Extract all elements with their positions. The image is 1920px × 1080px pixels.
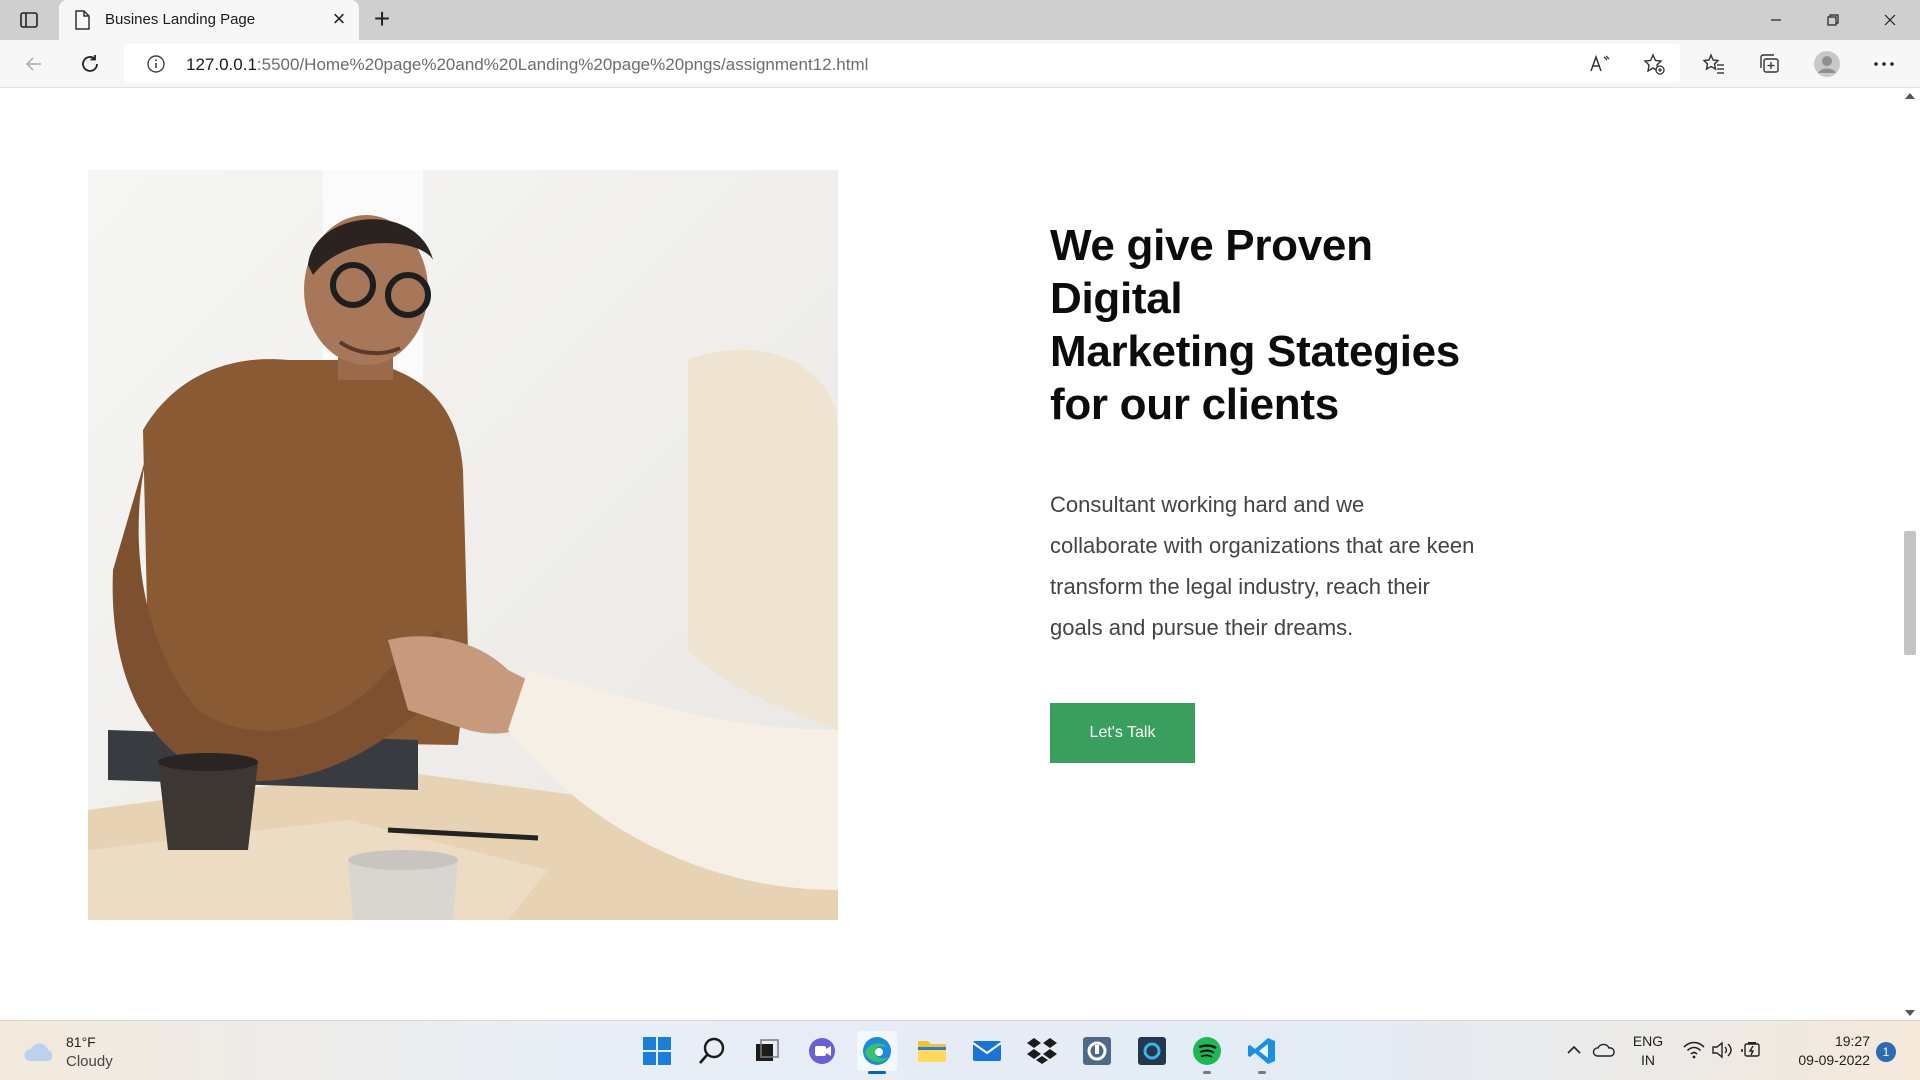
running-indicator	[868, 1071, 886, 1074]
edge-icon	[863, 1037, 891, 1065]
teams-chat-button[interactable]	[802, 1031, 842, 1071]
collections-icon[interactable]	[1754, 48, 1786, 80]
more-menu-icon[interactable]	[1868, 48, 1900, 80]
hero-text-block: We give Proven Digital Marketing Stategi…	[1050, 219, 1510, 763]
weather-widget[interactable]: 81°F Cloudy	[22, 1033, 172, 1071]
read-aloud-icon[interactable]	[1588, 52, 1612, 76]
restore-button[interactable]	[1805, 0, 1861, 40]
notification-badge[interactable]: 1	[1876, 1042, 1896, 1062]
back-button[interactable]	[18, 48, 50, 80]
wifi-icon[interactable]	[1682, 1035, 1706, 1065]
scroll-down-arrow-icon[interactable]	[1905, 1010, 1915, 1016]
url-text[interactable]: 127.0.0.1:5500/Home%20page%20and%20Landi…	[186, 55, 868, 75]
cortana-button[interactable]	[1132, 1031, 1172, 1071]
close-tab-icon[interactable]: ×	[329, 8, 349, 30]
search-icon	[699, 1037, 725, 1064]
lets-talk-button[interactable]: Let's Talk	[1050, 703, 1195, 763]
page-heading: We give Proven Digital Marketing Stategi…	[1050, 221, 1460, 429]
input-language-indicator[interactable]: ENG IN	[1628, 1032, 1668, 1070]
scroll-up-arrow-icon[interactable]	[1905, 93, 1915, 99]
cortana-icon	[1138, 1037, 1166, 1065]
refresh-button[interactable]	[74, 48, 106, 80]
address-bar[interactable]: 127.0.0.1:5500/Home%20page%20and%20Landi…	[124, 44, 1680, 82]
edge-button[interactable]	[857, 1031, 897, 1074]
browser-toolbar: 127.0.0.1:5500/Home%20page%20and%20Landi…	[0, 40, 1920, 88]
tab-title: Busines Landing Page	[105, 11, 256, 28]
dropbox-button[interactable]	[1022, 1031, 1062, 1071]
taskbar-clock[interactable]: 19:27 09-09-2022	[1776, 1032, 1870, 1070]
volume-icon[interactable]	[1710, 1035, 1734, 1065]
mail-icon	[972, 1041, 1002, 1061]
scroll-thumb[interactable]	[1904, 531, 1916, 655]
battery-icon[interactable]	[1740, 1035, 1764, 1065]
spotify-button[interactable]	[1187, 1031, 1227, 1074]
running-indicator	[1203, 1071, 1211, 1074]
profile-avatar[interactable]	[1811, 48, 1843, 80]
folder-icon	[918, 1041, 946, 1062]
minimize-button[interactable]	[1748, 0, 1804, 40]
vscode-icon	[1248, 1038, 1275, 1064]
search-button[interactable]	[692, 1031, 732, 1071]
favorites-icon[interactable]	[1698, 48, 1730, 80]
page-scrollbar[interactable]	[1900, 89, 1920, 1020]
start-button[interactable]	[637, 1031, 677, 1071]
page-viewport: We give Proven Digital Marketing Stategi…	[0, 89, 1900, 1020]
cloud-icon	[24, 1043, 53, 1061]
dropbox-icon	[1027, 1038, 1057, 1064]
task-view-button[interactable]	[747, 1031, 787, 1071]
new-tab-button[interactable]: +	[369, 5, 395, 33]
browser-tab-bar: Busines Landing Page × +	[0, 0, 1920, 40]
tab-actions-icon[interactable]	[18, 9, 40, 31]
file-explorer-button[interactable]	[912, 1031, 952, 1071]
windows-taskbar: 81°F Cloudy ENG IN 19:27 09-09-2022 1	[0, 1020, 1920, 1080]
close-window-button[interactable]	[1862, 0, 1918, 40]
weather-condition: Cloudy	[66, 1053, 113, 1070]
add-favorite-icon[interactable]	[1642, 52, 1666, 76]
page-description: Consultant working hard and we collabora…	[1050, 492, 1475, 640]
task-view-icon	[756, 1039, 779, 1061]
browser-tab-active[interactable]: Busines Landing Page ×	[59, 0, 359, 40]
vscode-button[interactable]	[1242, 1031, 1282, 1074]
page-icon	[73, 10, 91, 35]
pinned-app-button[interactable]	[1077, 1031, 1117, 1071]
mail-button[interactable]	[967, 1031, 1007, 1071]
onedrive-icon[interactable]	[1592, 1035, 1616, 1065]
show-hidden-icons-chevron-icon[interactable]	[1564, 1035, 1584, 1065]
running-indicator	[1258, 1071, 1266, 1074]
windows-logo-icon	[643, 1037, 671, 1065]
app-tile-icon	[1083, 1037, 1111, 1065]
weather-temperature: 81°F	[66, 1034, 96, 1050]
handshake-photo	[88, 170, 838, 920]
spotify-icon	[1193, 1037, 1221, 1065]
site-info-icon[interactable]	[146, 54, 166, 79]
chat-icon	[809, 1038, 835, 1064]
